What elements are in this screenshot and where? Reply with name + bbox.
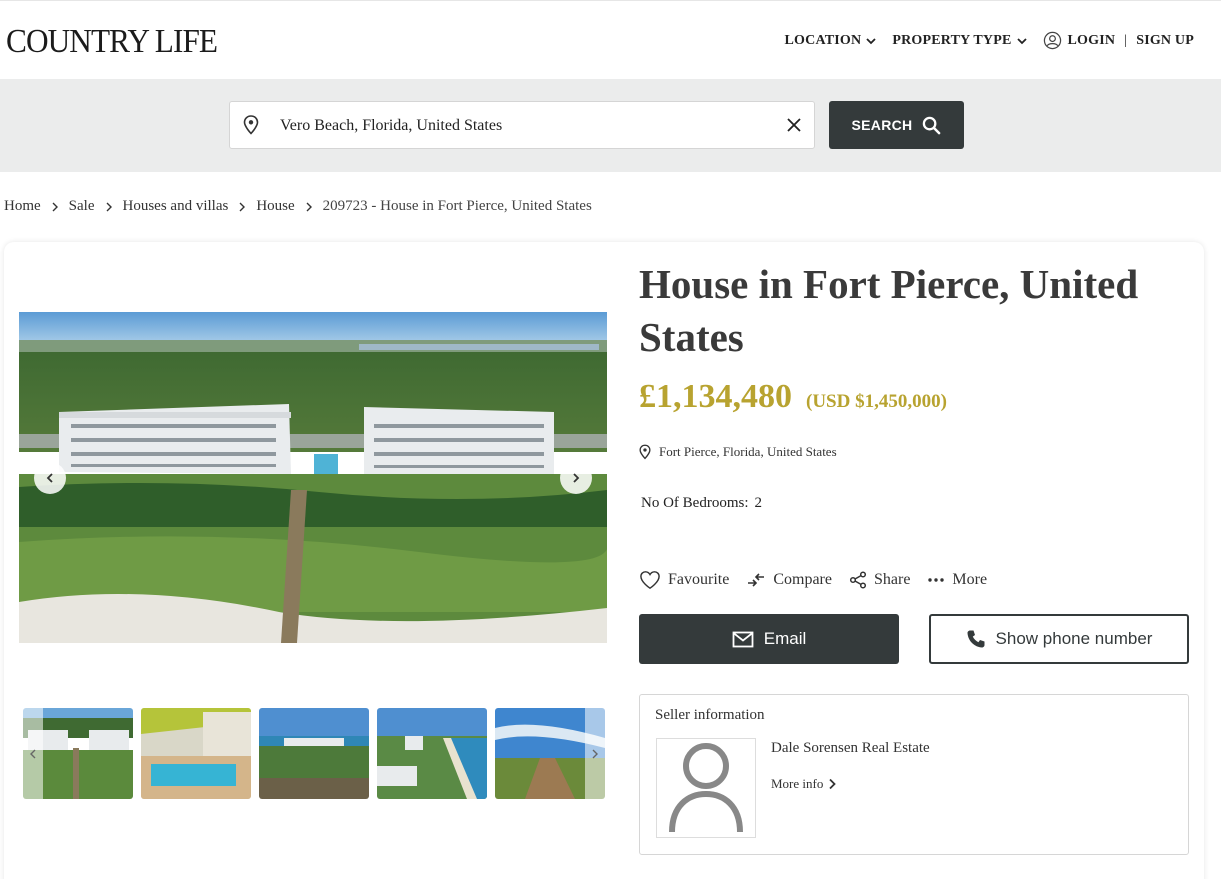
search-icon <box>923 116 941 134</box>
nav-separator: | <box>1124 32 1128 48</box>
seller-more-info-label: More info <box>771 776 824 791</box>
close-icon[interactable] <box>786 117 802 133</box>
chevron-left-icon <box>30 749 36 758</box>
main-nav: LOCATION PROPERTY TYPE LOGIN | SIGN UP <box>785 31 1194 50</box>
show-phone-button[interactable]: Show phone number <box>929 614 1189 664</box>
breadcrumb-sale[interactable]: Sale <box>69 198 95 215</box>
listing-actions: Favourite Compare Share More <box>639 570 1004 590</box>
chevron-right-icon <box>105 202 113 212</box>
listing-location: Fort Pierce, Florida, United States <box>639 444 837 460</box>
nav-login-label: LOGIN <box>1067 32 1116 48</box>
share-label: Share <box>873 571 911 588</box>
search-box <box>229 101 815 149</box>
chevron-right-icon <box>238 202 246 212</box>
chevron-down-icon <box>866 37 876 44</box>
user-placeholder-icon <box>669 743 743 833</box>
listing-price: £1,134,480 <box>639 378 792 415</box>
breadcrumb-current: 209723 - House in Fort Pierce, United St… <box>322 198 592 214</box>
seller-heading: Seller information <box>655 707 765 723</box>
seller-name[interactable]: Dale Sorensen Real Estate <box>771 740 930 757</box>
email-button[interactable]: Email <box>639 614 899 664</box>
search-button-label: SEARCH <box>851 117 913 133</box>
seller-avatar <box>656 738 756 838</box>
breadcrumb: Home Sale Houses and villas House 209723… <box>4 198 592 215</box>
nav-property-type[interactable]: PROPERTY TYPE <box>892 33 1027 49</box>
nav-signup-label: SIGN UP <box>1136 32 1194 48</box>
nav-location[interactable]: LOCATION <box>785 33 878 49</box>
thumbnail-3[interactable] <box>259 708 369 799</box>
breadcrumb-houses-villas[interactable]: Houses and villas <box>123 198 229 215</box>
search-band: SEARCH <box>0 79 1221 172</box>
chevron-right-icon <box>573 473 580 483</box>
chevron-right-icon <box>305 202 313 212</box>
seller-more-info-link[interactable]: More info <box>771 776 837 792</box>
chevron-right-icon <box>829 778 837 790</box>
price-row: £1,134,480 (USD $1,450,000) <box>639 378 947 416</box>
email-button-label: Email <box>763 629 807 648</box>
bedrooms-info: No Of Bedrooms: 2 <box>641 495 762 512</box>
prev-photo-button[interactable] <box>34 462 66 494</box>
thumbs-next-button[interactable] <box>585 708 605 799</box>
favourite-button[interactable]: Favourite <box>639 570 729 590</box>
phone-icon <box>967 630 985 648</box>
seller-info-panel: Seller information Dale Sorensen Real Es… <box>639 694 1189 855</box>
chevron-down-icon <box>1016 37 1027 44</box>
map-pin-icon <box>243 115 259 135</box>
search-button[interactable]: SEARCH <box>829 101 964 149</box>
chevron-left-icon <box>46 473 53 483</box>
user-circle-icon <box>1043 31 1061 50</box>
thumbnail-2[interactable] <box>141 708 251 799</box>
mail-icon <box>732 631 754 647</box>
thumbs-prev-button[interactable] <box>23 708 43 799</box>
chevron-right-icon <box>51 202 59 212</box>
compare-button[interactable]: Compare <box>746 571 832 589</box>
thumbnail-4[interactable] <box>377 708 487 799</box>
nav-location-label: LOCATION <box>784 32 862 48</box>
site-header: COUNTRY LIFE LOCATION PROPERTY TYPE LOGI… <box>0 0 1221 79</box>
favourite-label: Favourite <box>668 571 730 588</box>
nav-signup[interactable]: SIGN UP <box>1136 33 1194 49</box>
bedrooms-label: No Of Bedrooms: <box>641 495 749 511</box>
compare-icon <box>748 573 765 587</box>
listing-location-text: Fort Pierce, Florida, United States <box>659 444 837 459</box>
breadcrumb-house[interactable]: House <box>256 198 294 215</box>
nav-property-type-label: PROPERTY TYPE <box>892 32 1012 48</box>
more-label: More <box>952 571 988 588</box>
thumbnail-strip <box>23 708 605 799</box>
more-dots-icon <box>928 578 945 582</box>
compare-label: Compare <box>773 571 832 588</box>
heart-icon <box>640 571 660 590</box>
nav-login[interactable]: LOGIN <box>1043 31 1116 50</box>
listing-title: House in Fort Pierce, United States <box>639 261 1139 360</box>
bedrooms-value: 2 <box>754 495 763 511</box>
show-phone-label: Show phone number <box>995 629 1153 648</box>
more-button[interactable]: More <box>927 571 987 589</box>
chevron-right-icon <box>592 749 598 758</box>
main-photo[interactable] <box>19 312 607 643</box>
breadcrumb-home[interactable]: Home <box>4 198 41 215</box>
map-pin-icon <box>639 444 651 460</box>
property-photo <box>19 312 607 643</box>
share-icon <box>849 571 867 589</box>
search-input[interactable] <box>280 114 770 138</box>
next-photo-button[interactable] <box>560 462 592 494</box>
site-logo[interactable]: COUNTRY LIFE <box>6 23 218 61</box>
share-button[interactable]: Share <box>849 571 910 589</box>
listing-price-usd: (USD $1,450,000) <box>806 391 947 412</box>
